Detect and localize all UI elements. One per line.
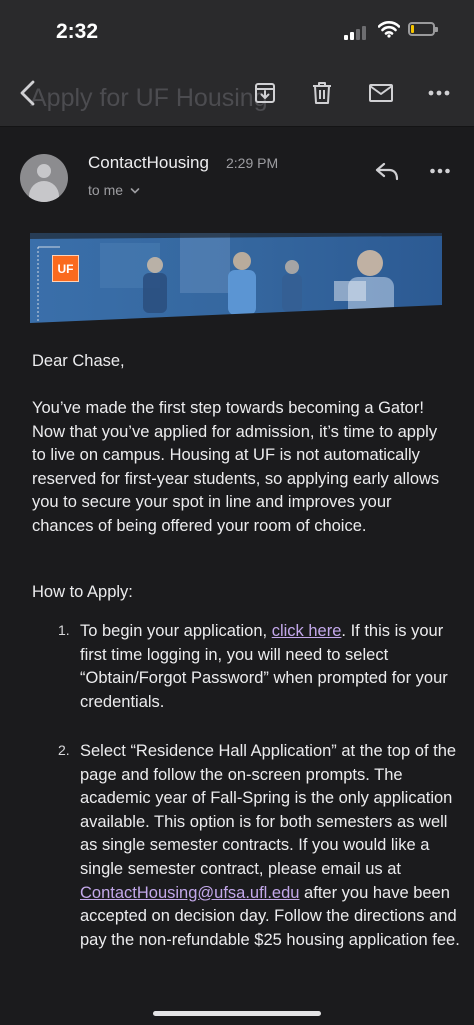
email-toolbar: Apply for UF Housing [0, 60, 474, 127]
list-item-number: 1. [58, 622, 70, 638]
battery-level [411, 25, 414, 33]
status-time: 2:32 [56, 20, 99, 43]
cellular-signal-icon [344, 24, 370, 40]
contact-housing-email-link[interactable]: ContactHousing@ufsa.ufl.edu [80, 884, 299, 902]
mark-unread-button[interactable] [364, 76, 398, 110]
sender-name[interactable]: ContactHousing [88, 153, 209, 173]
home-indicator[interactable] [153, 1011, 321, 1016]
reply-button[interactable] [370, 156, 404, 186]
banner-photo [30, 233, 442, 323]
sent-time: 2:29 PM [226, 155, 279, 171]
sender-avatar[interactable] [20, 154, 68, 202]
recipient-label: to me [88, 182, 124, 198]
collapsed-subject-title: Apply for UF Housing [30, 84, 268, 112]
click-here-link[interactable]: click here [272, 622, 342, 640]
email-intro-paragraph: You’ve made the first step towards becom… [32, 399, 440, 535]
more-horizontal-icon [428, 90, 450, 96]
email-greeting: Dear Chase, [32, 352, 125, 370]
wifi-icon [378, 21, 400, 38]
chevron-down-icon [130, 188, 140, 194]
reply-icon [375, 162, 399, 181]
archive-button[interactable] [248, 76, 282, 110]
delete-button[interactable] [305, 76, 339, 110]
list-item-number: 2. [58, 742, 70, 758]
status-bar: 2:32 [0, 0, 474, 60]
message-more-button[interactable] [424, 156, 456, 186]
housing-banner-image: UF [30, 233, 442, 323]
trash-icon [313, 82, 331, 104]
list-item-text: Select “Residence Hall Application” at t… [80, 742, 460, 949]
more-horizontal-icon [430, 168, 450, 174]
back-button[interactable] [10, 76, 44, 110]
list-item-text: To begin your application, click here. I… [80, 622, 448, 711]
email-header: ContactHousing 2:29 PM to me [0, 126, 474, 226]
how-to-apply-heading: How to Apply: [32, 583, 133, 601]
battery-icon [408, 22, 438, 36]
archive-icon [255, 83, 275, 103]
recipient-details-toggle[interactable]: to me [88, 182, 140, 198]
mail-icon [369, 84, 393, 102]
more-options-button[interactable] [422, 76, 456, 110]
chevron-left-icon [20, 80, 35, 106]
uf-logo: UF [52, 255, 79, 282]
